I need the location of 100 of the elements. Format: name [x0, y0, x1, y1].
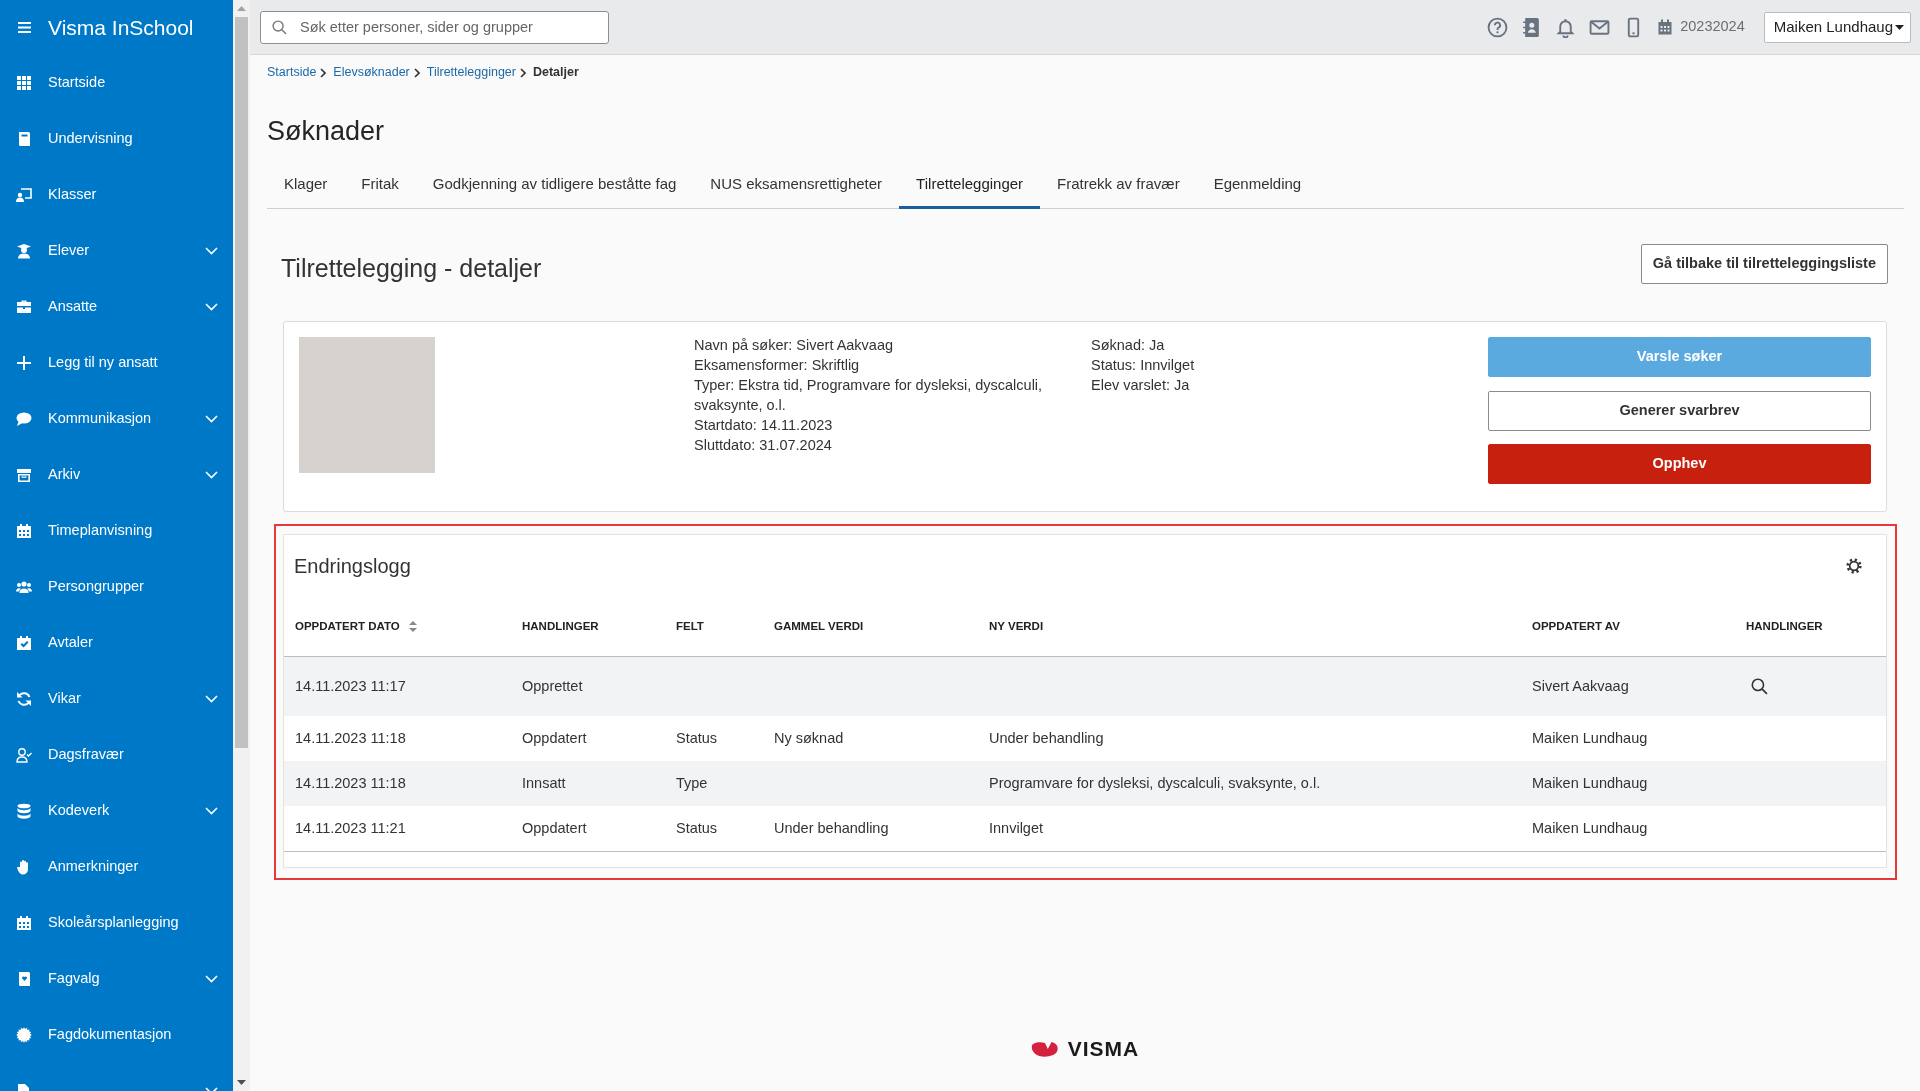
action-button[interactable]: Generer svarbrev	[1488, 390, 1871, 431]
sidebar-item[interactable]: Arkiv	[0, 447, 233, 503]
table-cell: 14.11.2023 11:17	[295, 677, 406, 694]
chevron-right-icon	[320, 67, 327, 78]
sidebar-item[interactable]: Ansatte	[0, 279, 233, 335]
breadcrumb-link[interactable]: Tilrettelegginger	[426, 63, 516, 82]
table-cell: Under behandling	[989, 729, 1104, 746]
action-button[interactable]: Varsle søker	[1488, 337, 1871, 377]
table-cell: Maiken Lundhaug	[1532, 729, 1648, 746]
page-title: Søknader	[267, 115, 386, 148]
table-cell: Oppdatert	[522, 729, 587, 746]
column-header: OPPDATERT AV	[1532, 618, 1620, 634]
tab[interactable]: Tilrettelegginger	[899, 161, 1041, 209]
sidebar-item[interactable]: Timeplanvisning	[0, 503, 233, 559]
table-cell: Opprettet	[522, 677, 583, 694]
calendar-icon	[16, 915, 32, 931]
sidebar-item[interactable]: Vikar	[0, 671, 233, 727]
info-text: Typer: Ekstra tid, Programvare for dysleksi, dyscalculi, svaksynte, o.l.	[694, 376, 1044, 415]
sync-icon	[16, 691, 32, 707]
seal-icon	[16, 1027, 32, 1043]
table-cell: Under behandling	[774, 819, 889, 836]
app-title: Visma InSchool	[48, 14, 194, 41]
sidebar-item[interactable]: Kodeverk	[0, 783, 233, 839]
breadcrumb-link[interactable]: Startside	[267, 63, 317, 82]
column-header: FELT	[676, 618, 704, 634]
table-cell: Innvilget	[989, 819, 1043, 836]
info-text: Elev varslet: Ja	[1091, 376, 1191, 395]
bell-icon[interactable]	[1555, 16, 1577, 38]
table-cell: Status	[676, 729, 718, 746]
plus-icon	[16, 355, 32, 371]
sidebar-item[interactable]: Skoleårsplanlegging	[0, 895, 233, 951]
column-header: NY VERDI	[989, 618, 1044, 634]
table-cell: Sivert Aakvaag	[1532, 677, 1629, 694]
info-text: Startdato: 14.11.2023	[694, 416, 834, 435]
section-title: Tilrettelegging - detaljer	[281, 253, 542, 284]
presentation-icon	[16, 187, 32, 203]
action-button[interactable]: Opphev	[1488, 444, 1871, 484]
column-header: HANDLINGER	[522, 618, 599, 634]
info-text: Eksamensformer: Skriftlig	[694, 356, 861, 375]
graduate-icon	[16, 243, 32, 259]
sidebar-item[interactable]: Fagvalg	[0, 951, 233, 1007]
sort-icon[interactable]	[408, 620, 417, 632]
info-text: Navn på søker: Sivert Aakvaag	[694, 336, 895, 355]
info-text: Sluttdato: 31.07.2024	[694, 436, 833, 455]
menu-icon[interactable]	[18, 22, 31, 33]
sidebar-item[interactable]: Elever	[0, 223, 233, 279]
help-icon[interactable]	[1487, 16, 1509, 38]
table-cell: Programvare for dysleksi, dyscalculi, svaksynte, o.l.	[989, 774, 1321, 791]
table-cell: 14.11.2023 11:18	[295, 729, 406, 746]
table-cell: 14.11.2023 11:21	[295, 819, 406, 836]
sidebar-item[interactable]: Legg til ny ansatt	[0, 335, 233, 391]
table-cell: Oppdatert	[522, 819, 587, 836]
table-cell: Status	[676, 819, 718, 836]
sidebar-item[interactable]: Avtaler	[0, 615, 233, 671]
tab[interactable]: Fratrekk av fravær	[1040, 161, 1197, 209]
grid-icon	[16, 75, 32, 91]
chevron-right-icon	[519, 67, 526, 78]
section-title: Endringslogg	[294, 554, 411, 579]
logo-icon	[1030, 1040, 1059, 1058]
table-cell: Maiken Lundhaug	[1532, 819, 1648, 836]
settings-icon[interactable]	[1846, 558, 1862, 574]
school-year-button[interactable]: 20232024	[1657, 16, 1745, 38]
calendar-check-icon	[16, 635, 32, 651]
column-header: GAMMEL VERDI	[774, 618, 864, 634]
back-button[interactable]: Gå tilbake til tilretteleggingsliste	[1640, 244, 1888, 284]
info-text: Status: Innvilget	[1091, 356, 1196, 375]
breadcrumb-current: Detaljer	[532, 64, 579, 82]
sidebar-item[interactable]: Kommunikasjon	[0, 391, 233, 447]
sidebar-item[interactable]: Startside	[0, 55, 233, 111]
archive-box-icon	[16, 467, 32, 483]
sidebar-item[interactable]: Fagdokumentasjon	[0, 1007, 233, 1063]
table-cell: 14.11.2023 11:18	[295, 774, 406, 791]
calendar-icon	[16, 523, 32, 539]
tab[interactable]: Egenmelding	[1196, 161, 1319, 209]
search-icon	[1751, 677, 1768, 695]
breadcrumb-link[interactable]: Elevsøknader	[333, 63, 410, 82]
table-cell: Maiken Lundhaug	[1532, 774, 1648, 791]
table-cell: Ny søknad	[774, 729, 844, 746]
tab[interactable]: NUS eksamensrettigheter	[693, 161, 900, 209]
scrollbar-thumb[interactable]	[235, 17, 248, 748]
scroll-down-icon[interactable]	[237, 1080, 246, 1085]
sidebar-item[interactable]: Anmerkninger	[0, 839, 233, 895]
sidebar-item[interactable]: Undervisning	[0, 111, 233, 167]
sidebar-item[interactable]: Klasser	[0, 167, 233, 223]
table-cell: Innsatt	[522, 774, 566, 791]
caret-icon	[1895, 24, 1904, 30]
sidebar-item[interactable]: Dagsfravær	[0, 727, 233, 783]
tab[interactable]: Godkjenning av tidligere beståtte fag	[415, 161, 694, 209]
user-menu-button[interactable]: Maiken Lundhaug	[1763, 11, 1911, 43]
column-header: OPPDATERT DATO	[295, 618, 400, 634]
sidebar-item[interactable]: Persongrupper	[0, 559, 233, 615]
tab[interactable]: Fritak	[344, 161, 416, 209]
users-icon	[16, 579, 32, 595]
scroll-up-icon[interactable]	[237, 6, 246, 11]
calendar-icon	[1657, 19, 1674, 35]
speech-bubble-icon	[16, 411, 32, 427]
tab[interactable]: Klager	[267, 161, 345, 209]
search-field[interactable]: Søk etter personer, sider og grupper	[260, 10, 609, 44]
book-icon	[16, 131, 32, 147]
table-cell: Type	[676, 774, 708, 791]
